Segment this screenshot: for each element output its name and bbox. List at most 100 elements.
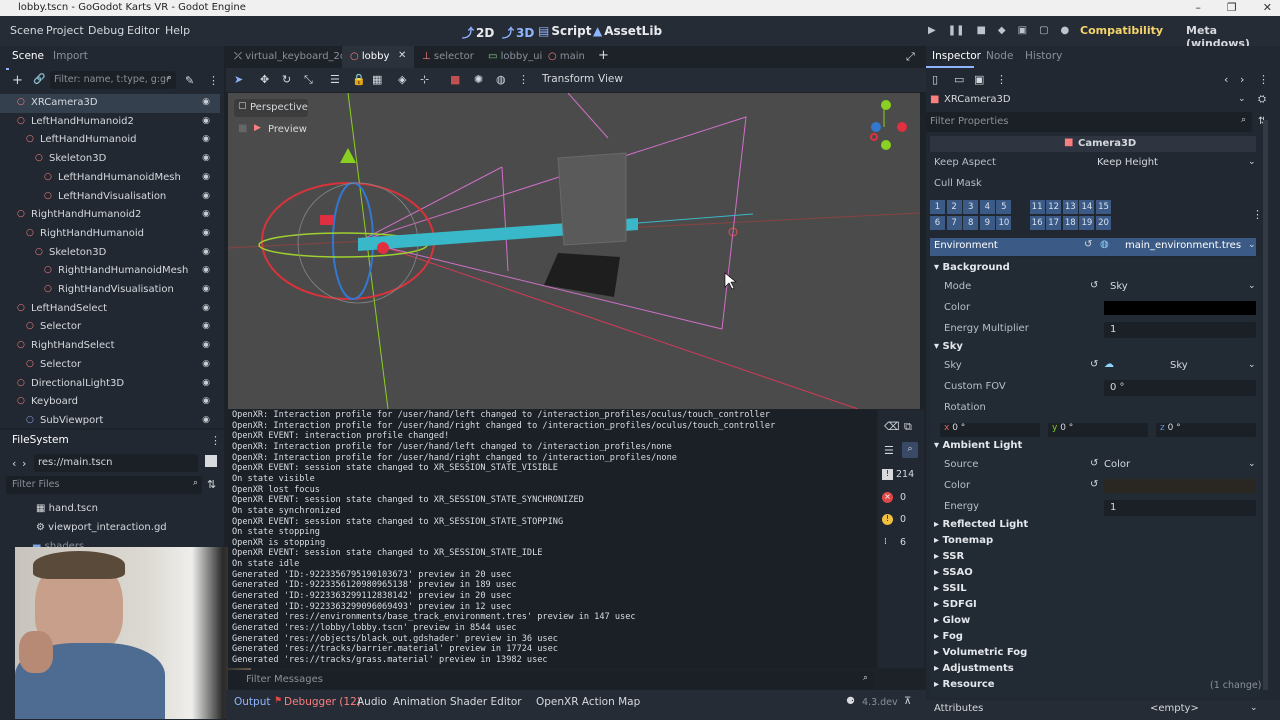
scene-tree-node[interactable]: ○ RightHandHumanoid ◉ (0, 225, 220, 244)
cull-mask-layer[interactable]: 18 (1062, 216, 1078, 230)
add-tab-icon[interactable]: + (598, 48, 609, 63)
cull-mask-layer[interactable]: 3 (963, 200, 979, 214)
scene-tree-node[interactable]: ○ LeftHandVisualisation ◉ (0, 188, 220, 207)
fs-filter-input[interactable]: Filter Files ⌕ (6, 476, 202, 494)
play-icon[interactable]: ▶ (928, 25, 936, 36)
menu-debug[interactable]: Debug (88, 24, 124, 37)
cull-mask-layer[interactable]: 14 (1079, 200, 1095, 214)
distraction-free-icon[interactable]: ⤢ (906, 50, 915, 64)
scene-tree-node[interactable]: ○ SubViewport ◉ (0, 412, 220, 428)
attributes-value[interactable]: <empty> (1150, 703, 1199, 714)
lock-icon[interactable]: 🔒 (352, 73, 366, 86)
section-sky[interactable]: ▾ Sky (934, 341, 963, 352)
rotation-y-input[interactable]: y 0 ° (1048, 423, 1148, 437)
workspace-script-button[interactable]: ▤ Script (538, 24, 591, 38)
sort-icon[interactable]: ⇅ (207, 478, 216, 491)
tab-openxr-action-map[interactable]: OpenXR Action Map (536, 696, 640, 708)
visibility-eye-icon[interactable]: ◉ (202, 97, 210, 107)
tab-animation[interactable]: Animation (393, 696, 447, 708)
fs-path-input[interactable]: res://main.tscn (34, 454, 198, 472)
visibility-eye-icon[interactable]: ◉ (202, 172, 210, 182)
cull-mask-layer[interactable]: 15 (1096, 200, 1111, 214)
scene-tree-node[interactable]: ○ Skeleton3D ◉ (0, 150, 220, 169)
play-scene-icon[interactable]: ▣ (1018, 25, 1027, 36)
collapsed-section[interactable]: ▸ SSR (934, 551, 964, 562)
scene-tree-node[interactable]: ○ RightHandVisualisation ◉ (0, 281, 220, 300)
renderer-select[interactable]: Compatibility (1080, 24, 1163, 37)
rotation-x-input[interactable]: x 0 ° (940, 423, 1040, 437)
revert-icon[interactable]: ↺ (1090, 280, 1098, 291)
collapsed-section[interactable]: ▸ Adjustments (934, 663, 1014, 674)
collapsed-section[interactable]: ▸ Fog (934, 631, 963, 642)
scene-tree-node[interactable]: ○ LeftHandSelect ◉ (0, 300, 220, 319)
visibility-eye-icon[interactable]: ◉ (202, 153, 210, 163)
back-icon[interactable]: ‹ (12, 457, 16, 470)
visibility-eye-icon[interactable]: ◉ (202, 209, 210, 219)
visibility-eye-icon[interactable]: ◉ (202, 134, 210, 144)
toolbar-dots-icon[interactable]: ⋮ (518, 73, 529, 86)
warning-count[interactable]: 0 (900, 514, 906, 525)
new-resource-icon[interactable]: ▯ (932, 73, 938, 86)
tab-shader-editor[interactable]: Shader Editor (450, 696, 522, 708)
scene-tree-node[interactable]: ○ LeftHandHumanoid2 ◉ (0, 113, 220, 132)
add-node-icon[interactable]: + (12, 73, 23, 88)
close-tab-icon[interactable]: ✕ (398, 50, 406, 61)
transform-menu[interactable]: Transform (542, 73, 594, 85)
scene-filter-input[interactable]: Filter: name, t:type, g:gr ⌕ (50, 71, 176, 89)
visibility-eye-icon[interactable]: ◉ (202, 321, 210, 331)
scroll-lock-icon[interactable]: ☰ (884, 444, 894, 457)
menu-help[interactable]: Help (165, 24, 190, 37)
visibility-eye-icon[interactable]: ◉ (202, 396, 210, 406)
link-icon[interactable]: 🔗 (33, 74, 45, 85)
cull-mask-layer[interactable]: 2 (946, 200, 962, 214)
tab-audio[interactable]: Audio (357, 696, 387, 708)
ambient-color-swatch[interactable] (1104, 479, 1256, 493)
script-attach-icon[interactable]: ✎ (185, 74, 194, 87)
object-props-icon[interactable]: ⛭ (1258, 94, 1266, 105)
tab-virtual-keyboard[interactable]: ⤫ virtual_keyboard_2d (234, 51, 346, 62)
visibility-eye-icon[interactable]: ◉ (202, 415, 210, 425)
inspected-node-label[interactable]: XRCamera3D (944, 94, 1011, 105)
local-space-icon[interactable]: ⊹ (420, 73, 429, 86)
scene-tree-node[interactable]: ○ LeftHandHumanoid ◉ (0, 131, 220, 150)
collapsed-section[interactable]: ▸ Tonemap (934, 535, 993, 546)
keep-aspect-select[interactable]: Keep Height (1097, 157, 1158, 168)
visibility-eye-icon[interactable]: ◉ (202, 247, 210, 257)
cull-mask-menu-icon[interactable]: ⋮ (1252, 208, 1263, 221)
tab-import[interactable]: Import (53, 50, 88, 62)
tab-node[interactable]: Node (986, 50, 1013, 62)
editor-message-count[interactable]: 6 (900, 537, 906, 548)
custom-fov-input[interactable]: 0 ° (1104, 380, 1256, 396)
history-back-icon[interactable]: ‹ (1224, 73, 1228, 86)
node-dropdown-icon[interactable]: ⌄ (1238, 94, 1246, 104)
cull-mask-layer[interactable]: 12 (1046, 200, 1062, 214)
list-select-icon[interactable]: ☰ (330, 73, 340, 86)
workspace-3d-button[interactable]: ⤴ 3D (502, 24, 534, 41)
scene-tree-node[interactable]: ○ XRCamera3D ◉ (0, 94, 220, 113)
scene-tree-node[interactable]: ○ Selector ◉ (0, 356, 220, 375)
history-menu-icon[interactable]: ⋮ (1258, 73, 1269, 86)
tab-scene[interactable]: Scene (12, 50, 44, 62)
search-toggle-icon[interactable]: ⌕ (902, 442, 918, 458)
ruler-icon[interactable]: ◈ (398, 73, 406, 86)
pause-icon[interactable]: ❚❚ (948, 25, 965, 36)
remote-debug-icon[interactable]: ◆ (998, 25, 1006, 36)
visibility-eye-icon[interactable]: ◉ (202, 284, 210, 294)
inspector-scrollbar[interactable] (1263, 120, 1268, 690)
collapsed-section[interactable]: ▸ Reflected Light (934, 519, 1028, 530)
group-icon[interactable]: ▦ (372, 73, 382, 86)
section-background[interactable]: ▾ Background (934, 262, 1010, 273)
revert-icon[interactable]: ↺ (1090, 479, 1098, 490)
mode-select[interactable]: Sky (1110, 281, 1128, 292)
bg-color-swatch[interactable] (1104, 301, 1256, 315)
visibility-eye-icon[interactable]: ◉ (202, 359, 210, 369)
collapsed-section[interactable]: ▸ SSAO (934, 567, 973, 578)
cull-mask-layer[interactable]: 13 (1062, 200, 1078, 214)
filter-properties-input[interactable]: Filter Properties ⌕ (926, 112, 1252, 132)
file-item-hand[interactable]: ▦ hand.tscn (36, 503, 98, 514)
stop-icon[interactable]: ■ (976, 25, 985, 36)
visibility-eye-icon[interactable]: ◉ (202, 116, 210, 126)
copy-log-icon[interactable]: ⧉ (904, 420, 912, 434)
chevron-down-icon[interactable]: ⌄ (1248, 360, 1256, 370)
visibility-eye-icon[interactable]: ◉ (202, 191, 210, 201)
